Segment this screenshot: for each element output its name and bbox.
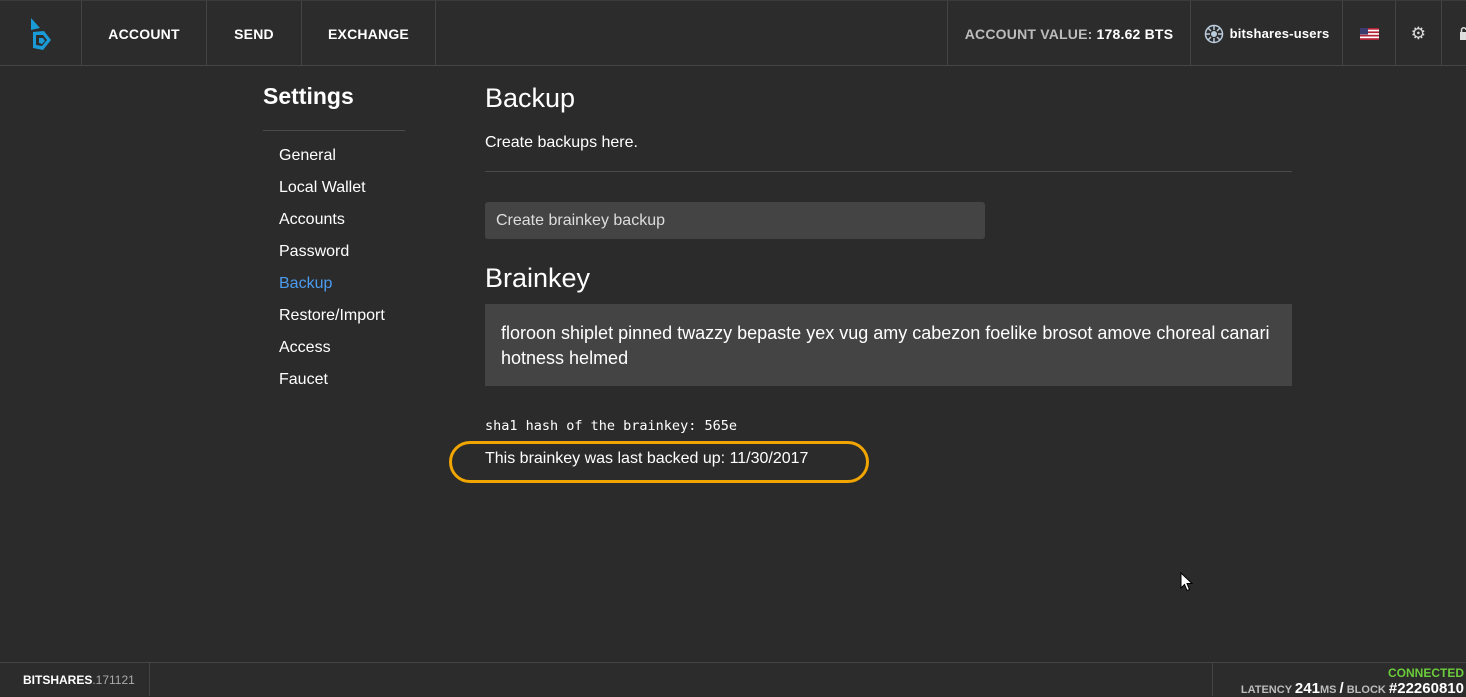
status-bar: BITSHARES .171121 CONNECTED LATENCY 241MS… bbox=[0, 662, 1466, 697]
username: bitshares-users bbox=[1229, 26, 1330, 41]
sidebar-item-local-wallet[interactable]: Local Wallet bbox=[279, 179, 366, 197]
us-flag-icon bbox=[1359, 27, 1379, 40]
brainkey-hash: sha1 hash of the brainkey: 565e bbox=[485, 418, 737, 434]
sidebar-item-restore-import[interactable]: Restore/Import bbox=[279, 307, 385, 325]
lock-button[interactable] bbox=[1442, 1, 1466, 66]
version-number: .171121 bbox=[92, 672, 135, 687]
account-value[interactable]: ACCOUNT VALUE: 178.62 BTS bbox=[947, 1, 1191, 66]
block-number: #22260810 bbox=[1388, 680, 1464, 697]
sidebar-item-accounts[interactable]: Accounts bbox=[279, 211, 345, 229]
mouse-cursor-icon bbox=[1180, 572, 1194, 592]
account-value-label: ACCOUNT VALUE: bbox=[964, 25, 1093, 42]
gear-icon: ⚙ bbox=[1410, 23, 1427, 43]
account-menu[interactable]: bitshares-users bbox=[1191, 1, 1343, 66]
nav-exchange[interactable]: EXCHANGE bbox=[302, 1, 436, 66]
latency-label: LATENCY bbox=[1240, 684, 1292, 696]
highlight-annotation bbox=[449, 441, 869, 483]
nav-send[interactable]: SEND bbox=[207, 1, 302, 66]
lock-icon bbox=[1460, 26, 1466, 40]
account-value-amount: 178.62 BTS bbox=[1096, 25, 1174, 42]
page-title: Backup bbox=[485, 83, 576, 113]
top-bar: ACCOUNT SEND EXCHANGE ACCOUNT VALUE: 178… bbox=[0, 0, 1466, 66]
content-divider bbox=[485, 171, 1292, 172]
page-subtitle: Create backups here. bbox=[485, 134, 638, 151]
sidebar-title: Settings bbox=[263, 83, 354, 109]
sidebar-item-backup[interactable]: Backup bbox=[279, 275, 332, 293]
version-name: BITSHARES bbox=[23, 672, 93, 687]
latency-unit: MS bbox=[1319, 684, 1337, 696]
sidebar-item-faucet[interactable]: Faucet bbox=[279, 371, 328, 389]
latency-block-info: LATENCY 241MS / BLOCK #22260810 bbox=[1240, 680, 1464, 697]
sidebar-item-access[interactable]: Access bbox=[279, 339, 331, 357]
user-icon bbox=[1204, 24, 1223, 43]
version-info[interactable]: BITSHARES .171121 bbox=[0, 663, 150, 696]
sidebar-divider bbox=[263, 130, 405, 131]
latency-value: 241 bbox=[1294, 680, 1320, 697]
settings-button[interactable]: ⚙ bbox=[1396, 1, 1442, 66]
sidebar-item-general[interactable]: General bbox=[279, 147, 336, 165]
brainkey-heading: Brainkey bbox=[485, 263, 591, 293]
brainkey-words: floroon shiplet pinned twazzy bepaste ye… bbox=[485, 304, 1292, 386]
bitshares-logo-icon bbox=[30, 17, 51, 50]
block-label: BLOCK bbox=[1346, 684, 1386, 696]
language-selector[interactable] bbox=[1343, 1, 1396, 66]
logo-button[interactable] bbox=[0, 1, 82, 66]
connection-status[interactable]: CONNECTED LATENCY 241MS / BLOCK #2226081… bbox=[1212, 663, 1466, 697]
nav-account[interactable]: ACCOUNT bbox=[82, 1, 207, 66]
connection-state: CONNECTED bbox=[1387, 666, 1464, 680]
backup-type-select[interactable]: Create brainkey backup bbox=[485, 202, 985, 239]
sidebar-item-password[interactable]: Password bbox=[279, 243, 349, 261]
